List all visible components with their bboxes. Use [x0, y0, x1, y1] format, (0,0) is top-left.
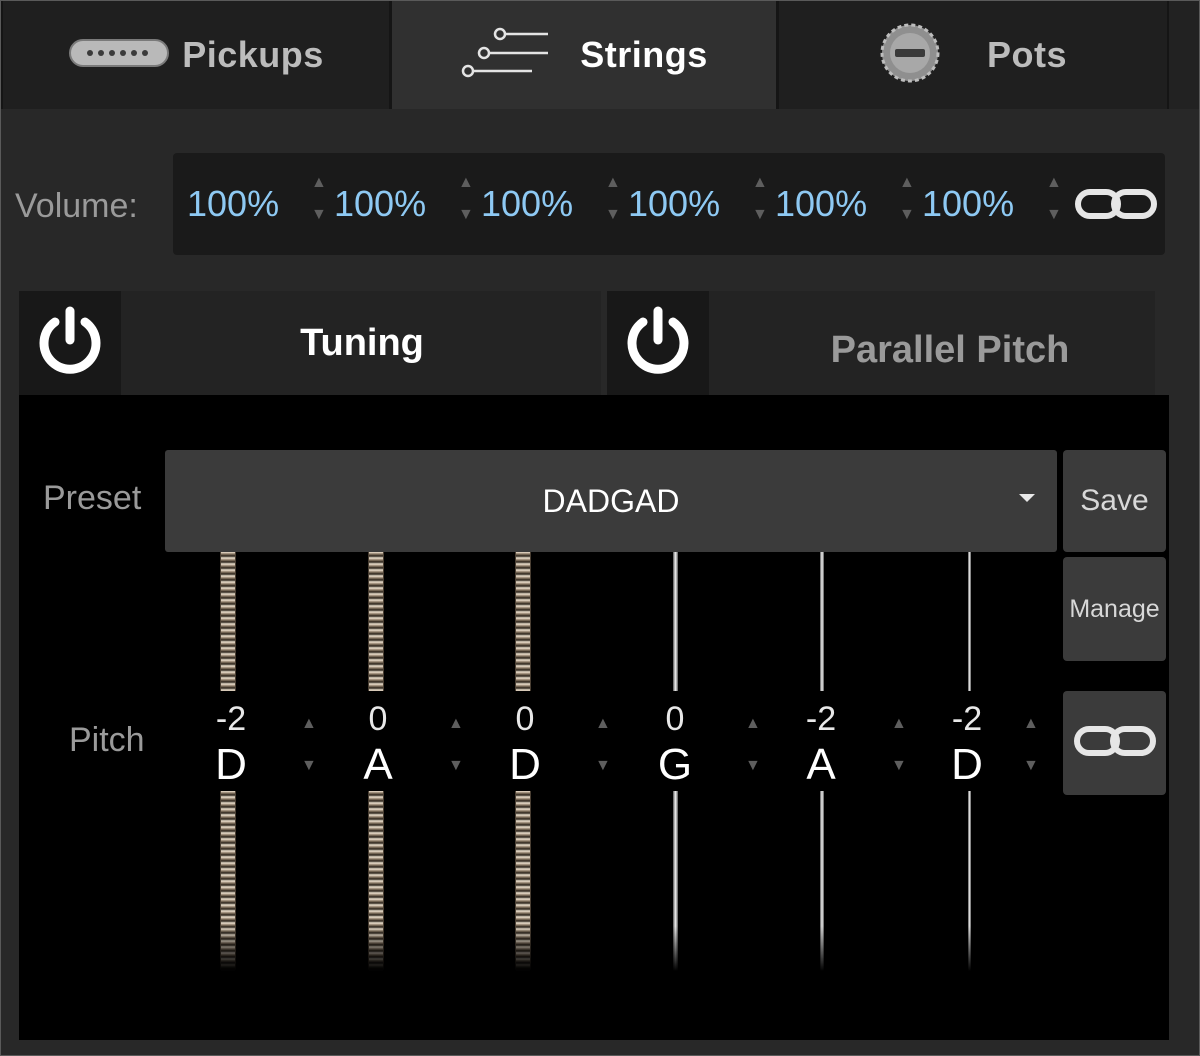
power-icon — [621, 304, 695, 383]
arrow-up-icon[interactable]: ▲ — [899, 175, 915, 191]
arrow-up-icon[interactable]: ▲ — [448, 716, 464, 732]
chevron-down-icon — [1019, 494, 1035, 502]
arrow-down-icon[interactable]: ▼ — [1046, 207, 1062, 223]
pitch-stepper[interactable]: -2 D ▲ ▼ — [939, 698, 1059, 790]
tab-label: Pickups — [182, 34, 324, 75]
string-2 — [820, 552, 824, 691]
arrow-up-icon[interactable]: ▲ — [752, 175, 768, 191]
pitch-steppers: -2 D ▲ ▼ 0 A ▲ ▼ 0 D ▲ ▼ 0 G ▲ ▼ -2 A ▲ … — [181, 698, 1059, 790]
pickup-icon — [68, 38, 170, 73]
volume-value: 100% — [187, 183, 280, 224]
string-4 — [515, 552, 531, 691]
manage-button[interactable]: Manage — [1063, 557, 1166, 661]
arrow-down-icon[interactable]: ▼ — [745, 758, 761, 774]
pitch-note: D — [951, 740, 983, 789]
pitch-stepper[interactable]: 0 D ▲ ▼ — [497, 698, 629, 790]
tab-pots[interactable]: Pots — [779, 1, 1167, 109]
arrow-down-icon[interactable]: ▼ — [458, 207, 474, 223]
string-4 — [515, 791, 531, 971]
arrow-up-icon[interactable]: ▲ — [595, 716, 611, 732]
arrow-down-icon[interactable]: ▼ — [1023, 758, 1039, 774]
pitch-note: G — [657, 740, 693, 789]
pitch-note: A — [806, 740, 836, 789]
arrow-up-icon[interactable]: ▲ — [301, 716, 317, 732]
arrow-down-icon[interactable]: ▼ — [595, 758, 611, 774]
tuning-header: Tuning — [19, 291, 601, 395]
arrow-up-icon[interactable]: ▲ — [891, 716, 907, 732]
pitch-offset: 0 — [665, 700, 685, 738]
tab-pickups[interactable]: Pickups — [3, 1, 389, 109]
pitch-note: D — [215, 740, 247, 789]
knob-icon — [879, 22, 941, 89]
pitch-note: A — [363, 740, 393, 789]
pitch-link-button[interactable] — [1063, 691, 1166, 795]
parallel-pitch-power-toggle[interactable] — [607, 291, 709, 395]
volume-value: 100% — [922, 183, 1015, 224]
arrow-down-icon[interactable]: ▼ — [311, 207, 327, 223]
parallel-pitch-title[interactable]: Parallel Pitch — [711, 291, 1189, 395]
string-1 — [968, 552, 971, 691]
pitch-offset: 0 — [368, 700, 388, 738]
arrow-down-icon[interactable]: ▼ — [448, 758, 464, 774]
volume-value: 100% — [775, 183, 868, 224]
tab-label: Strings — [580, 34, 708, 75]
arrow-up-icon[interactable]: ▲ — [1023, 716, 1039, 732]
volume-steppers: 100% ▲ ▼ 100% ▲ ▼ 100% ▲ ▼ 100% ▲ ▼ 100%… — [173, 153, 1165, 255]
pitch-offset: 0 — [515, 700, 535, 738]
pitch-stepper[interactable]: -2 D ▲ ▼ — [203, 698, 335, 790]
tab-label: Pots — [986, 34, 1067, 75]
string-3 — [673, 552, 678, 691]
volume-value: 100% — [628, 183, 721, 224]
pitch-stepper[interactable]: 0 G ▲ ▼ — [647, 698, 779, 790]
parallel-pitch-header: Parallel Pitch — [607, 291, 1155, 395]
preset-value: DADGAD — [542, 482, 680, 519]
power-icon — [33, 304, 107, 383]
preset-label: Preset — [43, 479, 142, 517]
string-5 — [368, 552, 384, 691]
pitch-offset: -2 — [951, 700, 983, 738]
arrow-down-icon[interactable]: ▼ — [605, 207, 621, 223]
strings-icon — [460, 25, 552, 86]
arrow-up-icon[interactable]: ▲ — [311, 175, 327, 191]
arrow-up-icon[interactable]: ▲ — [1046, 175, 1062, 191]
volume-label: Volume: — [15, 187, 138, 225]
pitch-offset: -2 — [805, 700, 837, 738]
pitch-stepper[interactable]: 0 A ▲ ▼ — [350, 698, 482, 790]
string-6 — [220, 791, 236, 971]
string-1 — [968, 791, 971, 971]
arrow-down-icon[interactable]: ▼ — [899, 207, 915, 223]
preset-dropdown[interactable]: DADGAD — [165, 450, 1057, 552]
string-3 — [673, 791, 678, 971]
arrow-down-icon[interactable]: ▼ — [752, 207, 768, 223]
volume-value: 100% — [334, 183, 427, 224]
arrow-up-icon[interactable]: ▲ — [605, 175, 621, 191]
pitch-label: Pitch — [69, 721, 145, 759]
arrow-up-icon[interactable]: ▲ — [458, 175, 474, 191]
link-icon[interactable] — [1075, 189, 1157, 224]
pitch-offset: -2 — [215, 700, 247, 738]
save-button[interactable]: Save — [1063, 450, 1166, 552]
tuning-title[interactable]: Tuning — [123, 291, 601, 395]
strings-panel: Pickups Strings Pots Volume: 100% ▲ ▼ 10… — [0, 0, 1200, 1056]
pitch-note: D — [509, 740, 541, 789]
link-icon — [1073, 725, 1156, 761]
tab-strings[interactable]: Strings — [392, 1, 776, 109]
tuning-power-toggle[interactable] — [19, 291, 121, 395]
tab-bar: Pickups Strings Pots — [1, 1, 1199, 109]
arrow-up-icon[interactable]: ▲ — [745, 716, 761, 732]
volume-value: 100% — [481, 183, 574, 224]
pitch-stepper[interactable]: -2 A ▲ ▼ — [793, 698, 925, 790]
arrow-down-icon[interactable]: ▼ — [891, 758, 907, 774]
string-5 — [368, 791, 384, 971]
string-2 — [820, 791, 824, 971]
string-6 — [220, 552, 236, 691]
arrow-down-icon[interactable]: ▼ — [301, 758, 317, 774]
tabbar-filler — [1169, 1, 1199, 109]
